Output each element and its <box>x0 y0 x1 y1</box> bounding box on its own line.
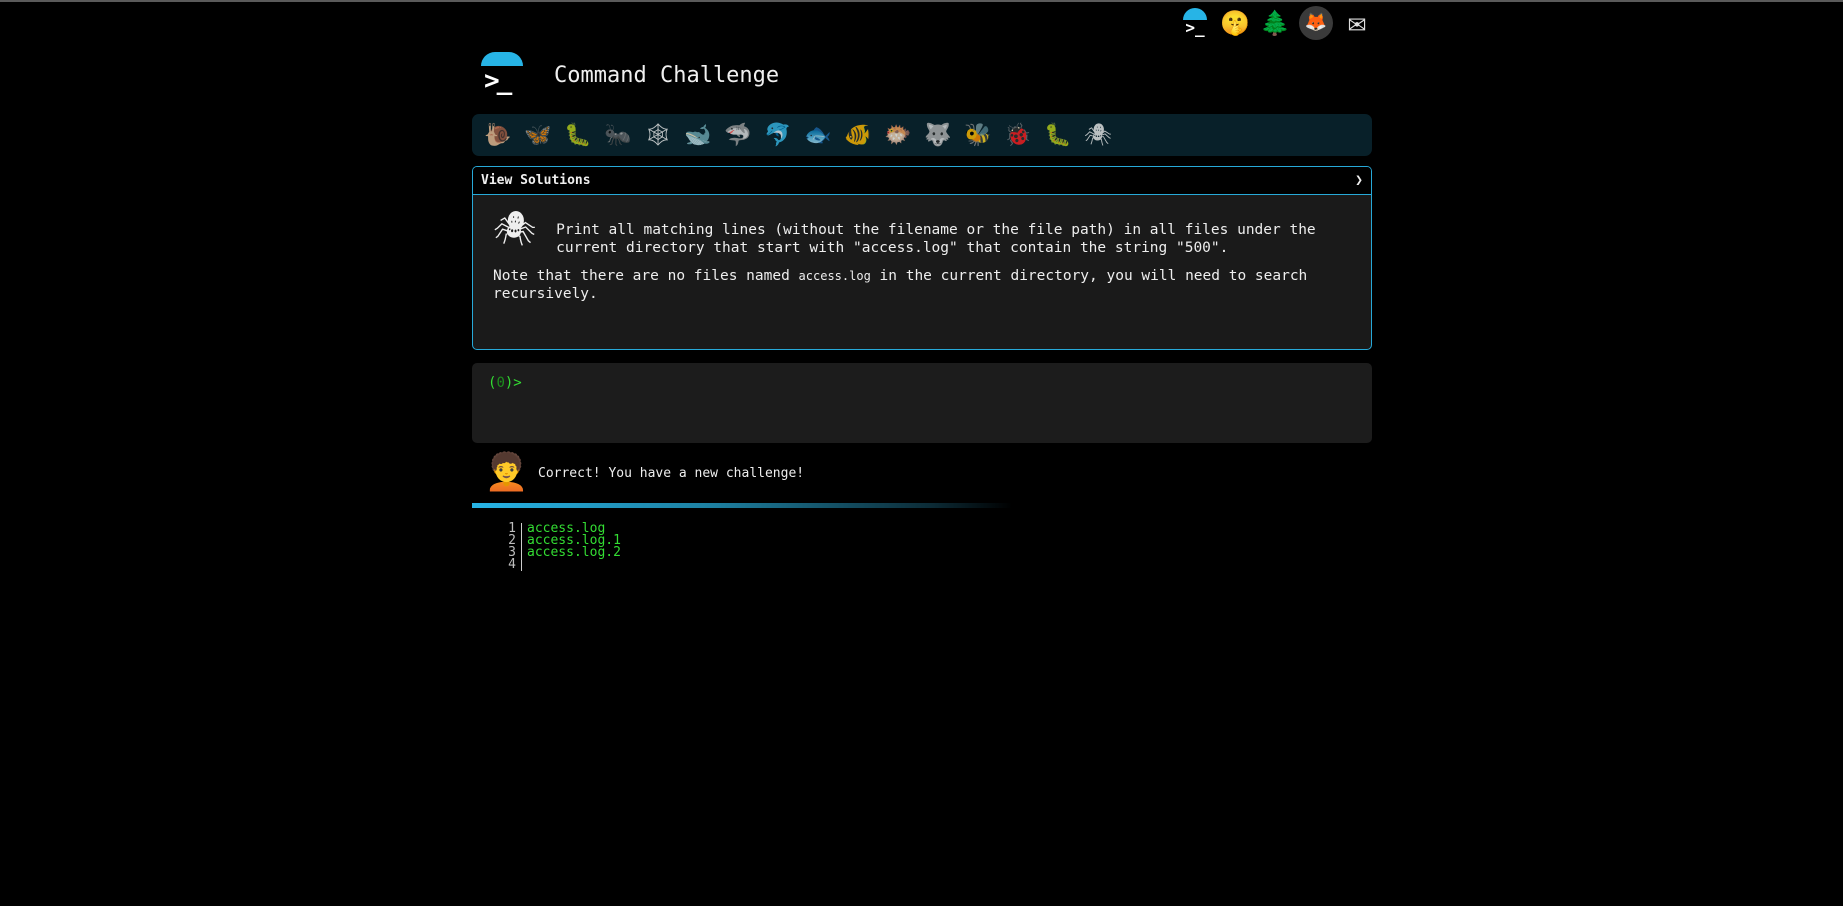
top-icon-bar: >_ 🤫 🌲 🦊 ✉ <box>1179 6 1373 40</box>
mail-icon[interactable]: ✉ <box>1341 7 1373 39</box>
blowfish-icon[interactable]: 🐡 <box>878 123 918 148</box>
challenge-task-text: Print all matching lines (without the fi… <box>556 222 1316 256</box>
web-icon[interactable]: 🕸 <box>638 123 678 148</box>
challenge-card: View Solutions ❯ 🕷 Print all matching li… <box>472 166 1372 350</box>
command-input[interactable] <box>530 375 1130 391</box>
view-solutions-label: View Solutions <box>481 173 591 188</box>
terminal-logo-icon[interactable]: >_ <box>1179 7 1211 39</box>
page-header: >_ Command Challenge <box>480 52 779 98</box>
person-avatar-icon: 🧑‍🦱 <box>484 452 529 493</box>
tropical-fish-icon[interactable]: 🐠 <box>838 123 878 148</box>
top-border <box>0 0 1843 2</box>
feedback-message: 🧑‍🦱 Correct! You have a new challenge! <box>484 452 804 494</box>
chevron-right-icon: ❯ <box>1355 173 1363 188</box>
snail-icon[interactable]: 🐌 <box>478 123 518 148</box>
wolf-icon[interactable]: 🐺 <box>918 123 958 148</box>
bug-icon[interactable]: 🕷 <box>1078 123 1118 148</box>
challenge-description: 🕷 Print all matching lines (without the … <box>473 195 1371 315</box>
progress-divider <box>472 503 1012 508</box>
command-output: 1 access.log 2 access.log.1 3 access.log… <box>504 522 621 571</box>
page-title: Command Challenge <box>554 62 780 88</box>
fish-icon[interactable]: 🐟 <box>798 123 838 148</box>
challenge-note: Note that there are no files named acces… <box>493 268 1308 302</box>
bee-icon[interactable]: 🐝 <box>958 123 998 148</box>
whale-icon[interactable]: 🐋 <box>678 123 718 148</box>
line-number: 4 <box>504 558 522 571</box>
caterpillar-icon[interactable]: 🐛 <box>558 123 598 148</box>
view-solutions-toggle[interactable]: View Solutions ❯ <box>473 167 1371 195</box>
terminal-prompt: (0)> <box>488 375 522 391</box>
note-filename-code: access.log <box>798 269 871 283</box>
challenge-animal-bar: 🐌 🦋 🐛 🐜 🕸 🐋 🦈 🐬 🐟 🐠 🐡 🐺 🐝 🐞 🐛 🕷 <box>472 114 1372 156</box>
dolphin-icon[interactable]: 🐬 <box>758 123 798 148</box>
output-line: 3 access.log.2 <box>504 545 621 560</box>
tree-icon[interactable]: 🌲 <box>1259 7 1291 39</box>
output-line: 4 <box>504 558 621 571</box>
feedback-text: Correct! You have a new challenge! <box>538 465 805 481</box>
terminal-logo-icon[interactable]: >_ <box>480 52 526 98</box>
butterfly-icon[interactable]: 🦋 <box>518 123 558 148</box>
spider-icon: 🕷 <box>493 209 537 249</box>
shushing-face-icon[interactable]: 🤫 <box>1219 7 1251 39</box>
shark-icon[interactable]: 🦈 <box>718 123 758 148</box>
output-text: access.log.2 <box>527 545 621 560</box>
ladybug-icon[interactable]: 🐞 <box>998 123 1038 148</box>
gitlab-icon[interactable]: 🦊 <box>1299 6 1333 40</box>
worm-icon[interactable]: 🐛 <box>1038 123 1078 148</box>
terminal-input-area[interactable]: (0)> <box>472 363 1372 443</box>
ant-icon[interactable]: 🐜 <box>598 123 638 148</box>
